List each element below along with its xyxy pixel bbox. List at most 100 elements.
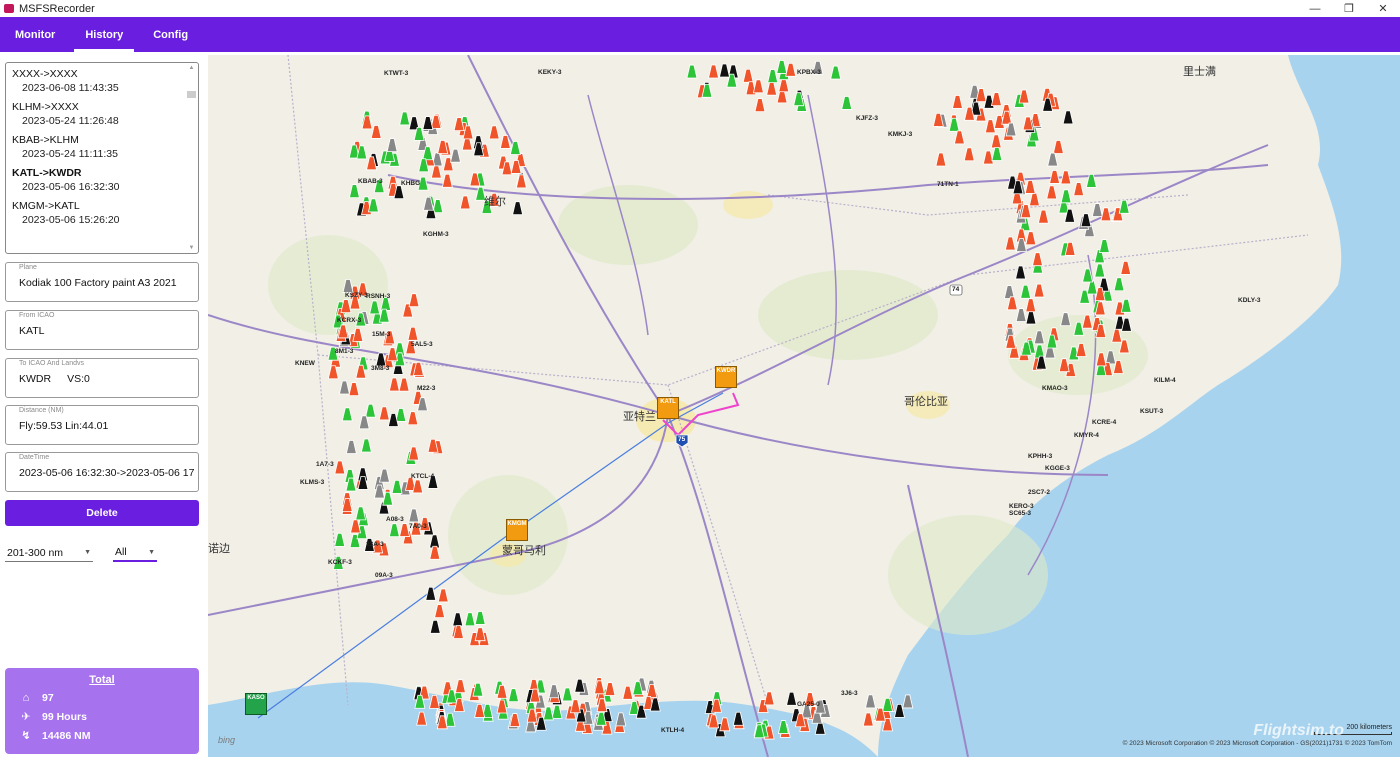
list-item-selected[interactable]: KATL->KWDR 2023-05-06 16:32:30 [12, 167, 192, 193]
airport-marker-icon[interactable] [574, 678, 586, 693]
airport-marker-icon[interactable] [548, 684, 560, 699]
delete-button[interactable]: Delete [5, 500, 199, 526]
flight-map[interactable]: 亚特兰 哥伦比亚 蒙哥马利 里士满 维尔 诺边 74 75 KATL KWDR … [208, 55, 1400, 757]
airport-marker-icon[interactable] [1082, 268, 1094, 283]
airport-marker-icon[interactable] [408, 446, 420, 461]
airport-marker-icon[interactable] [708, 64, 720, 79]
type-select[interactable]: All ▼ [113, 544, 157, 562]
scroll-down-icon[interactable]: ▼ [187, 245, 196, 251]
airport-marker-icon[interactable] [1015, 265, 1027, 280]
airport-marker-icon[interactable] [508, 688, 520, 703]
tab-history[interactable]: History [70, 17, 138, 52]
airport-marker-icon[interactable] [378, 468, 390, 483]
airport-marker-icon[interactable] [429, 619, 441, 634]
airport-marker-icon[interactable] [1004, 236, 1016, 251]
airport-marker-icon[interactable] [416, 711, 428, 726]
airport-marker-icon[interactable] [408, 293, 420, 308]
airport-marker-icon[interactable] [1047, 152, 1059, 167]
airport-marker-icon[interactable] [1120, 260, 1132, 275]
airport-marker-icon[interactable] [1024, 180, 1036, 194]
airport-marker-icon[interactable] [434, 604, 446, 619]
airport-marker-icon[interactable] [1111, 328, 1123, 343]
airport-marker-icon[interactable] [437, 588, 449, 603]
airport-marker-icon[interactable] [1018, 89, 1030, 104]
airport-marker-icon[interactable] [763, 691, 775, 706]
list-item[interactable]: KBAB->KLHM 2023-05-24 11:11:35 [12, 134, 192, 160]
airport-marker-icon[interactable] [395, 408, 407, 422]
airport-marker-icon[interactable] [360, 438, 372, 453]
airport-marker-icon[interactable] [474, 611, 486, 625]
airport-marker-icon[interactable] [1046, 185, 1058, 200]
airport-marker-icon[interactable] [604, 682, 616, 696]
total-title[interactable]: Total [5, 674, 199, 686]
airport-marker-icon[interactable] [430, 164, 442, 179]
airport-marker-icon[interactable] [1022, 116, 1034, 131]
airport-marker-icon[interactable] [778, 78, 790, 93]
minimize-button[interactable]: — [1298, 0, 1332, 17]
airport-marker-icon[interactable] [1085, 173, 1097, 188]
route-tag[interactable]: KMGM [506, 519, 528, 541]
airport-marker-icon[interactable] [862, 712, 874, 727]
airport-marker-icon[interactable] [399, 111, 411, 126]
airport-marker-icon[interactable] [365, 403, 377, 418]
airport-marker-icon[interactable] [407, 326, 419, 341]
airport-marker-icon[interactable] [499, 135, 511, 149]
airport-marker-icon[interactable] [786, 691, 798, 706]
list-item[interactable]: KMGM->KATL 2023-05-06 15:26:20 [12, 200, 192, 226]
route-tag[interactable]: KASO [245, 693, 267, 715]
airport-marker-icon[interactable] [1033, 330, 1045, 345]
airport-marker-icon[interactable] [984, 119, 996, 134]
airport-marker-icon[interactable] [1075, 343, 1087, 357]
airport-marker-icon[interactable] [386, 138, 398, 153]
airport-marker-icon[interactable] [718, 63, 730, 78]
airport-marker-icon[interactable] [1052, 140, 1064, 154]
airport-marker-icon[interactable] [752, 79, 764, 94]
close-button[interactable]: ✕ [1366, 0, 1400, 17]
airport-marker-icon[interactable] [391, 480, 403, 494]
airport-marker-icon[interactable] [369, 300, 381, 315]
airport-marker-icon[interactable] [1060, 170, 1072, 185]
scroll-thumb[interactable] [187, 91, 196, 98]
airport-marker-icon[interactable] [841, 96, 853, 110]
airport-marker-icon[interactable] [777, 720, 789, 734]
airport-marker-icon[interactable] [542, 706, 554, 721]
airport-marker-icon[interactable] [441, 173, 453, 188]
airport-marker-icon[interactable] [686, 64, 698, 79]
airport-marker-icon[interactable] [352, 327, 364, 342]
scroll-up-icon[interactable]: ▲ [187, 65, 196, 71]
airport-marker-icon[interactable] [1033, 283, 1045, 298]
airport-marker-icon[interactable] [865, 694, 877, 709]
range-select[interactable]: 201-300 nm ▼ [5, 544, 93, 562]
airport-marker-icon[interactable] [1120, 298, 1132, 313]
airport-marker-icon[interactable] [334, 532, 346, 547]
airport-marker-icon[interactable] [1060, 189, 1072, 204]
airport-marker-icon[interactable] [615, 712, 627, 727]
airport-marker-icon[interactable] [776, 60, 788, 74]
airport-marker-icon[interactable] [509, 141, 521, 155]
route-tag-origin[interactable]: KATL [657, 397, 679, 419]
airport-marker-icon[interactable] [1113, 277, 1125, 292]
distance-field[interactable]: Distance (NM) Fly:59.53 Lin:44.01 [5, 405, 199, 445]
airport-marker-icon[interactable] [1037, 209, 1049, 224]
airport-marker-icon[interactable] [1081, 314, 1093, 329]
airport-marker-icon[interactable] [767, 69, 779, 84]
airport-marker-icon[interactable] [742, 68, 754, 83]
airport-marker-icon[interactable] [830, 65, 842, 80]
airport-marker-icon[interactable] [569, 699, 581, 714]
airport-marker-icon[interactable] [378, 308, 390, 323]
airport-marker-icon[interactable] [452, 612, 464, 627]
airport-marker-icon[interactable] [1098, 239, 1110, 253]
airport-marker-icon[interactable] [766, 81, 778, 96]
airport-marker-icon[interactable] [388, 377, 400, 392]
airport-marker-icon[interactable] [1062, 110, 1074, 125]
airport-marker-icon[interactable] [1032, 252, 1044, 267]
airport-marker-icon[interactable] [1058, 358, 1070, 373]
airport-marker-icon[interactable] [370, 125, 382, 139]
airport-marker-icon[interactable] [388, 523, 400, 538]
airport-marker-icon[interactable] [1105, 350, 1117, 365]
airport-marker-icon[interactable] [348, 184, 360, 199]
airport-marker-icon[interactable] [991, 147, 1003, 161]
airport-marker-icon[interactable] [1005, 122, 1017, 137]
airport-marker-icon[interactable] [375, 352, 387, 367]
airport-marker-icon[interactable] [1080, 213, 1092, 228]
